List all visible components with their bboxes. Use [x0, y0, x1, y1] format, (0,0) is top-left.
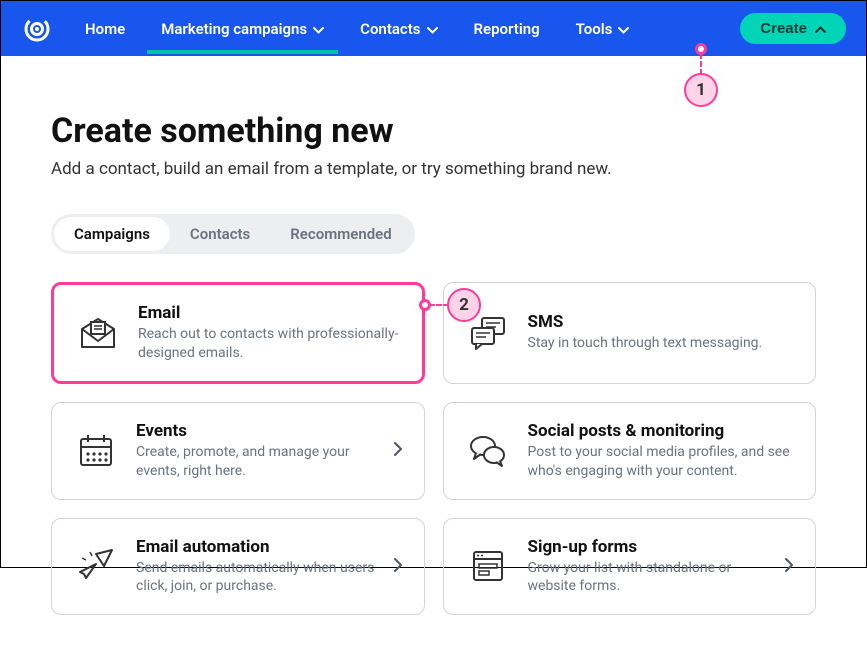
- chevron-right-icon: [394, 556, 402, 577]
- nav-label: Contacts: [360, 20, 420, 38]
- create-label: Create: [760, 20, 807, 37]
- card-sms[interactable]: SMS Stay in touch through text messaging…: [443, 282, 817, 384]
- card-title: SMS: [528, 312, 794, 332]
- chat-bubbles-icon: [466, 429, 510, 473]
- annotation-dot-2: [419, 299, 431, 311]
- nav-label: Home: [85, 20, 125, 38]
- card-social[interactable]: Social posts & monitoring Post to your s…: [443, 402, 817, 500]
- card-desc: Grow your list with standalone or websit…: [528, 559, 768, 597]
- card-desc: Stay in touch through text messaging.: [528, 334, 794, 353]
- card-signup-forms[interactable]: Sign-up forms Grow your list with standa…: [443, 518, 817, 616]
- annotation-line-1: [700, 53, 702, 75]
- card-desc: Reach out to contacts with professionall…: [138, 325, 400, 363]
- annotation-dot-1: [695, 43, 707, 55]
- email-icon: [76, 311, 120, 355]
- form-icon: [466, 544, 510, 588]
- card-body: Social posts & monitoring Post to your s…: [528, 421, 794, 481]
- tab-campaigns[interactable]: Campaigns: [54, 217, 170, 251]
- card-title: Email automation: [136, 537, 376, 557]
- calendar-icon: [74, 429, 118, 473]
- card-body: Email automation Send emails automatical…: [136, 537, 376, 597]
- nav-label: Marketing campaigns: [161, 20, 307, 38]
- card-title: Email: [138, 303, 400, 323]
- card-title: Social posts & monitoring: [528, 421, 794, 441]
- nav-label: Tools: [576, 20, 613, 38]
- chevron-down-icon: [313, 20, 324, 38]
- card-body: Events Create, promote, and manage your …: [136, 421, 376, 481]
- card-desc: Post to your social media profiles, and …: [528, 443, 794, 481]
- card-email[interactable]: Email Reach out to contacts with profess…: [51, 282, 425, 384]
- annotation-1: 1: [684, 73, 718, 107]
- nav-home[interactable]: Home: [71, 4, 139, 54]
- nav-reporting[interactable]: Reporting: [460, 4, 554, 54]
- main-content: Create something new Add a contact, buil…: [1, 56, 866, 645]
- category-tabs: Campaigns Contacts Recommended: [51, 214, 415, 254]
- tab-contacts[interactable]: Contacts: [170, 217, 270, 251]
- tab-recommended[interactable]: Recommended: [270, 217, 411, 251]
- nav-contacts[interactable]: Contacts: [346, 4, 451, 54]
- paper-plane-icon: [74, 544, 118, 588]
- chevron-down-icon: [618, 20, 629, 38]
- logo-icon: [21, 13, 53, 45]
- nav-marketing-campaigns[interactable]: Marketing campaigns: [147, 4, 338, 54]
- create-button[interactable]: Create: [740, 13, 846, 44]
- card-email-automation[interactable]: Email automation Send emails automatical…: [51, 518, 425, 616]
- card-title: Events: [136, 421, 376, 441]
- card-events[interactable]: Events Create, promote, and manage your …: [51, 402, 425, 500]
- card-desc: Create, promote, and manage your events,…: [136, 443, 376, 481]
- chevron-up-icon: [815, 20, 826, 37]
- card-body: SMS Stay in touch through text messaging…: [528, 312, 794, 353]
- card-body: Email Reach out to contacts with profess…: [138, 303, 400, 363]
- top-nav: Home Marketing campaigns Contacts Report…: [1, 1, 866, 56]
- card-desc: Send emails automatically when users cli…: [136, 559, 376, 597]
- nav-label: Reporting: [474, 20, 540, 38]
- chevron-down-icon: [427, 20, 438, 38]
- card-body: Sign-up forms Grow your list with standa…: [528, 537, 768, 597]
- page-subtitle: Add a contact, build an email from a tem…: [51, 159, 816, 179]
- annotation-line-2: [429, 304, 449, 306]
- card-title: Sign-up forms: [528, 537, 768, 557]
- nav-tools[interactable]: Tools: [562, 4, 644, 54]
- chevron-right-icon: [394, 440, 402, 461]
- card-grid: Email Reach out to contacts with profess…: [51, 282, 816, 615]
- page-title: Create something new: [51, 111, 816, 151]
- annotation-2: 2: [447, 288, 481, 322]
- chevron-right-icon: [785, 556, 793, 577]
